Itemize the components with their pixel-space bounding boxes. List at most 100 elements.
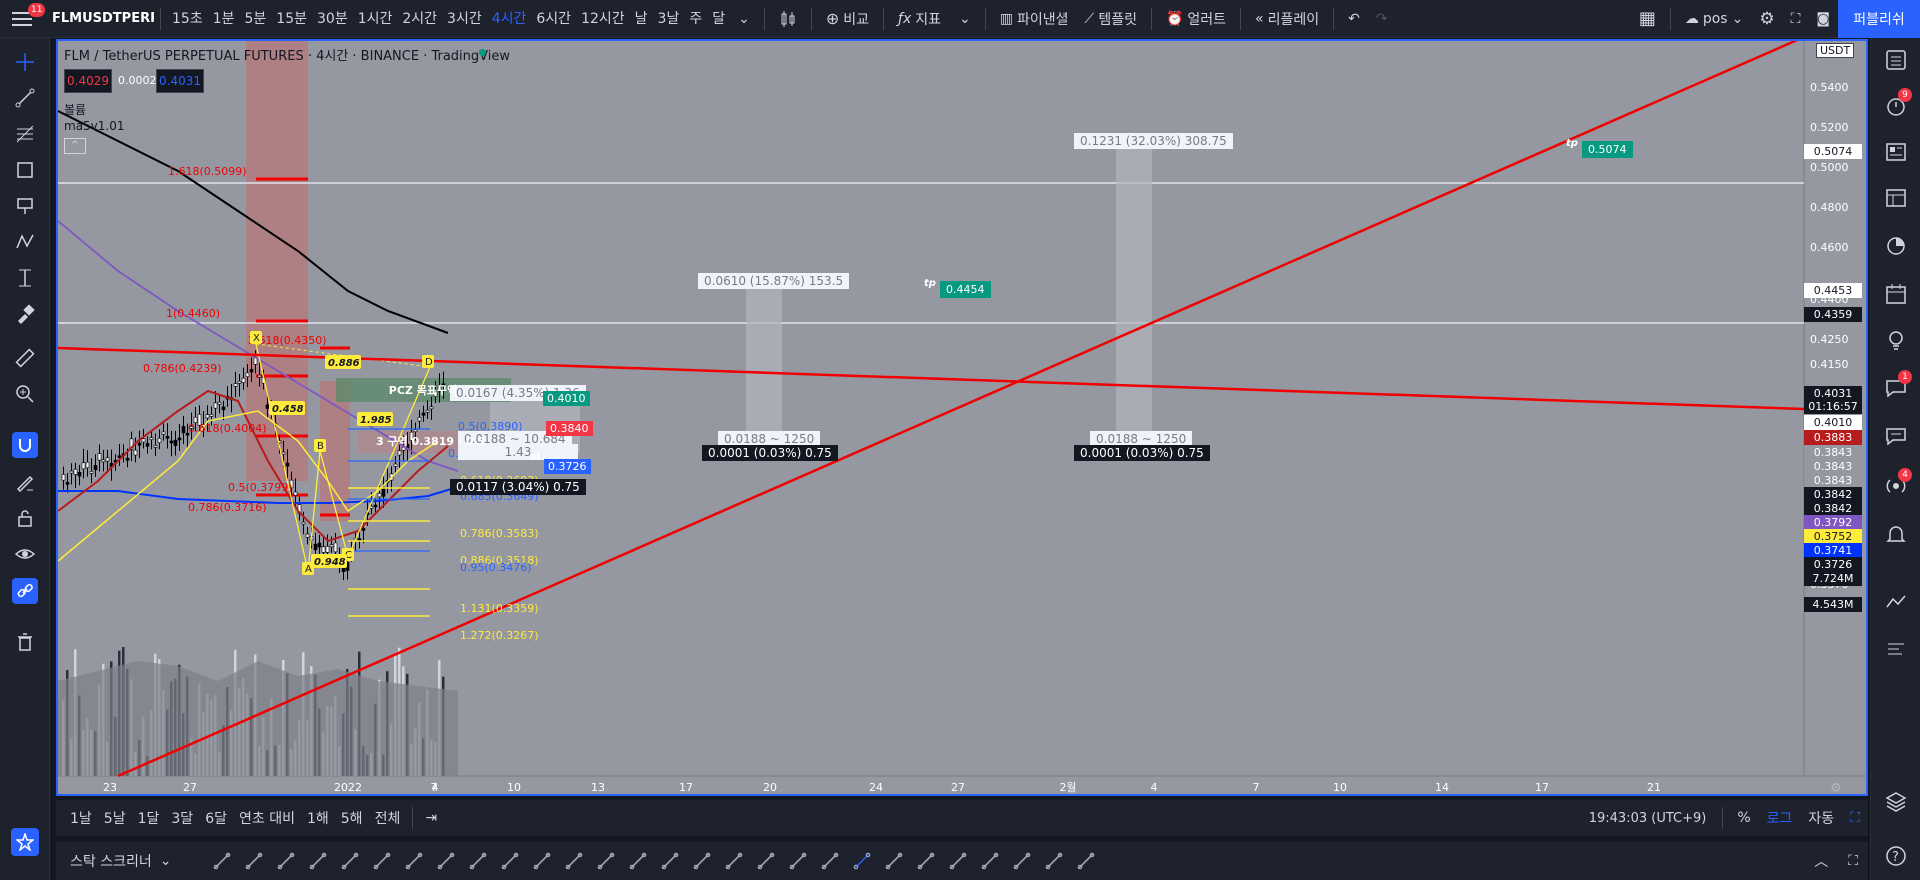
snapshot-button[interactable]: ◙ [1808, 0, 1838, 38]
templates-button[interactable]: ⟋ 템플릿 [1077, 0, 1145, 38]
position-box-3[interactable] [1116, 147, 1152, 447]
axis-settings-gear-icon[interactable]: ⚙ [1830, 781, 1842, 794]
tp-tag-1[interactable]: 0.4010 [543, 391, 590, 406]
path-tool-icon[interactable] [725, 852, 743, 870]
main-menu-button[interactable]: 11 [0, 0, 46, 38]
fullscreen-icon[interactable]: ⛶ [1842, 810, 1868, 826]
range-button-7[interactable]: 5해 [335, 808, 369, 828]
range-button-0[interactable]: 1날 [64, 808, 98, 828]
undo-button[interactable]: ↶ [1340, 0, 1368, 38]
timeframe-3[interactable]: 15분 [271, 0, 312, 38]
channel-tool-icon[interactable] [597, 852, 615, 870]
elliott-tool-icon[interactable] [981, 852, 999, 870]
xabcd-tool-icon[interactable] [693, 852, 711, 870]
rect-tool-icon[interactable] [533, 852, 551, 870]
polyline-tool-icon[interactable] [277, 852, 295, 870]
alerts-clock-icon[interactable]: 9 [1884, 88, 1912, 118]
range-button-5[interactable]: 연초 대비 [233, 808, 301, 828]
notification-bell-icon[interactable] [1884, 522, 1908, 546]
ask-price[interactable]: 0.4031 [156, 69, 204, 93]
trading-panel-icon[interactable] [1884, 590, 1908, 614]
timeframe-dropdown[interactable]: ⌄ [730, 0, 758, 38]
lock-icon[interactable] [13, 506, 37, 530]
clock-display[interactable]: 19:43:03 (UTC+9) [1579, 811, 1717, 826]
triangle-tool-icon[interactable] [661, 852, 679, 870]
text-abc-tool-icon[interactable] [373, 852, 391, 870]
chat-icon[interactable]: 1 [1884, 370, 1912, 400]
crosshair-icon[interactable] [13, 50, 37, 74]
stay-drawing-icon[interactable] [13, 470, 37, 494]
log-toggle[interactable]: 로그 [1759, 808, 1801, 828]
symbol-search[interactable]: FLMUSDTPERP [44, 11, 154, 26]
collapse-legend-button[interactable]: ^ [64, 138, 86, 154]
pitchfork-tool-icon[interactable] [949, 852, 967, 870]
redo-button[interactable]: ↷ [1368, 0, 1396, 38]
range-button-8[interactable]: 전체 [369, 808, 407, 828]
text-tool-icon[interactable] [757, 852, 775, 870]
tp-tag-2[interactable]: 0.4454 [940, 281, 991, 298]
auto-toggle[interactable]: 자동 [1800, 808, 1842, 828]
timeframe-0[interactable]: 15초 [167, 0, 208, 38]
timeframe-14[interactable]: 달 [707, 0, 730, 38]
timeframe-9[interactable]: 6시간 [531, 0, 576, 38]
entry-tag[interactable]: 0.3840 [546, 421, 593, 436]
percent-toggle[interactable]: % [1729, 810, 1758, 826]
forecast-tool-icon[interactable] [1045, 852, 1063, 870]
callout-tool-icon[interactable] [309, 852, 327, 870]
screener-tab[interactable]: 스탁 스크리너 ⌄ [56, 851, 185, 871]
date-range-icon[interactable]: ⇥ [419, 810, 443, 826]
trendline-icon[interactable] [13, 86, 37, 110]
publish-button[interactable]: 퍼블리쉬 [1838, 0, 1920, 38]
gann-tool-icon[interactable] [917, 852, 935, 870]
alerts-button[interactable]: ⏰ 얼러트 [1158, 0, 1234, 38]
crosshair-tool-icon[interactable] [853, 852, 871, 870]
data-window-icon[interactable] [1884, 186, 1908, 210]
timeframe-6[interactable]: 2시간 [397, 0, 442, 38]
magnet-icon[interactable] [12, 432, 38, 458]
settings-button[interactable]: ⚙ [1751, 0, 1782, 38]
financials-button[interactable]: ▥ 파이낸셜 [992, 0, 1077, 38]
line-tool-icon[interactable] [213, 852, 231, 870]
position-box-2[interactable] [746, 287, 782, 447]
timeframe-5[interactable]: 1시간 [353, 0, 398, 38]
fullscreen-button[interactable]: ⛶ [1783, 0, 1809, 38]
indicators-button[interactable]: ƒx 지표 ⌄ [890, 0, 979, 38]
chart-type-button[interactable] [771, 0, 805, 38]
horizontal-tool-icon[interactable] [405, 852, 423, 870]
eye-icon[interactable] [13, 542, 37, 566]
ray-tool-icon[interactable] [245, 852, 263, 870]
favorites-star-icon[interactable] [11, 828, 39, 856]
range-button-6[interactable]: 1해 [301, 808, 335, 828]
brush-icon[interactable] [13, 302, 37, 326]
timeframe-13[interactable]: 주 [684, 0, 707, 38]
streams-icon[interactable]: 4 [1884, 468, 1912, 498]
help-icon[interactable]: ? [1884, 844, 1908, 868]
ruler-icon[interactable] [13, 346, 37, 370]
fan-tool-icon[interactable] [885, 852, 903, 870]
collapse-up-icon[interactable]: ︿ [1804, 851, 1838, 871]
timeframe-2[interactable]: 5분 [240, 0, 272, 38]
compare-button[interactable]: ⊕ 비교 [818, 0, 877, 38]
timeframe-12[interactable]: 3날 [653, 0, 685, 38]
zoom-in-icon[interactable] [13, 382, 37, 406]
timeframe-10[interactable]: 12시간 [576, 0, 630, 38]
vertical-tool-icon[interactable] [501, 852, 519, 870]
timeframe-4[interactable]: 30분 [312, 0, 353, 38]
pattern-icon[interactable] [13, 230, 37, 254]
news-icon[interactable] [1884, 140, 1908, 164]
link-icon[interactable] [12, 578, 38, 604]
fib-tool-icon[interactable] [469, 852, 487, 870]
maximize-icon[interactable]: ⛶ [1838, 853, 1868, 869]
parallel-tool-icon[interactable] [565, 852, 583, 870]
range-button-1[interactable]: 5날 [98, 808, 132, 828]
messages-icon[interactable] [1884, 424, 1908, 448]
calendar-icon[interactable] [1884, 282, 1908, 306]
trash-icon[interactable] [13, 630, 37, 654]
fib-retracement-icon[interactable] [13, 122, 37, 146]
dom-icon[interactable] [1884, 638, 1908, 662]
timeframe-11[interactable]: 날 [630, 0, 653, 38]
layers-icon[interactable] [1884, 790, 1908, 814]
arrow-pattern-tool-icon[interactable] [789, 852, 807, 870]
ideas-bulb-icon[interactable] [1884, 328, 1908, 352]
rectangle-icon[interactable] [13, 158, 37, 182]
